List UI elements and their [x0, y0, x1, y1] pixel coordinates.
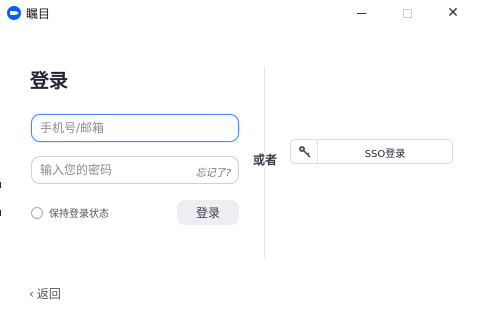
- password-input[interactable]: [40, 157, 190, 183]
- sso-login-button[interactable]: SSO登录: [290, 139, 453, 164]
- chevron-left-icon: ‹: [29, 286, 34, 301]
- remember-checkbox[interactable]: [31, 206, 43, 219]
- maximize-icon: [402, 8, 412, 18]
- back-label: 返回: [36, 287, 61, 301]
- remember-me[interactable]: 保持登录状态: [31, 205, 109, 220]
- window-edge-mark: [0, 210, 1, 216]
- close-icon: ✕: [447, 5, 459, 21]
- password-field[interactable]: 忘记了?: [31, 156, 239, 184]
- key-icon: [291, 140, 318, 163]
- account-field[interactable]: [31, 114, 239, 142]
- login-button[interactable]: 登录: [177, 200, 239, 225]
- forgot-password-link[interactable]: 忘记了?: [196, 164, 231, 179]
- title-bar: 瞩目 ✕: [0, 0, 480, 26]
- login-heading: 登录: [30, 70, 69, 92]
- window-title: 瞩目: [26, 7, 51, 21]
- back-link[interactable]: ‹ 返回: [29, 285, 61, 302]
- minimize-button[interactable]: [340, 0, 382, 26]
- account-input[interactable]: [40, 115, 190, 141]
- app-logo-icon: [7, 6, 21, 20]
- maximize-button[interactable]: [386, 0, 428, 26]
- or-label: 或者: [251, 151, 279, 169]
- window-edge-mark: [0, 182, 1, 188]
- sso-label: SSO登录: [364, 149, 406, 160]
- remember-label: 保持登录状态: [49, 209, 109, 220]
- close-button[interactable]: ✕: [432, 0, 474, 26]
- minimize-icon: [356, 12, 366, 14]
